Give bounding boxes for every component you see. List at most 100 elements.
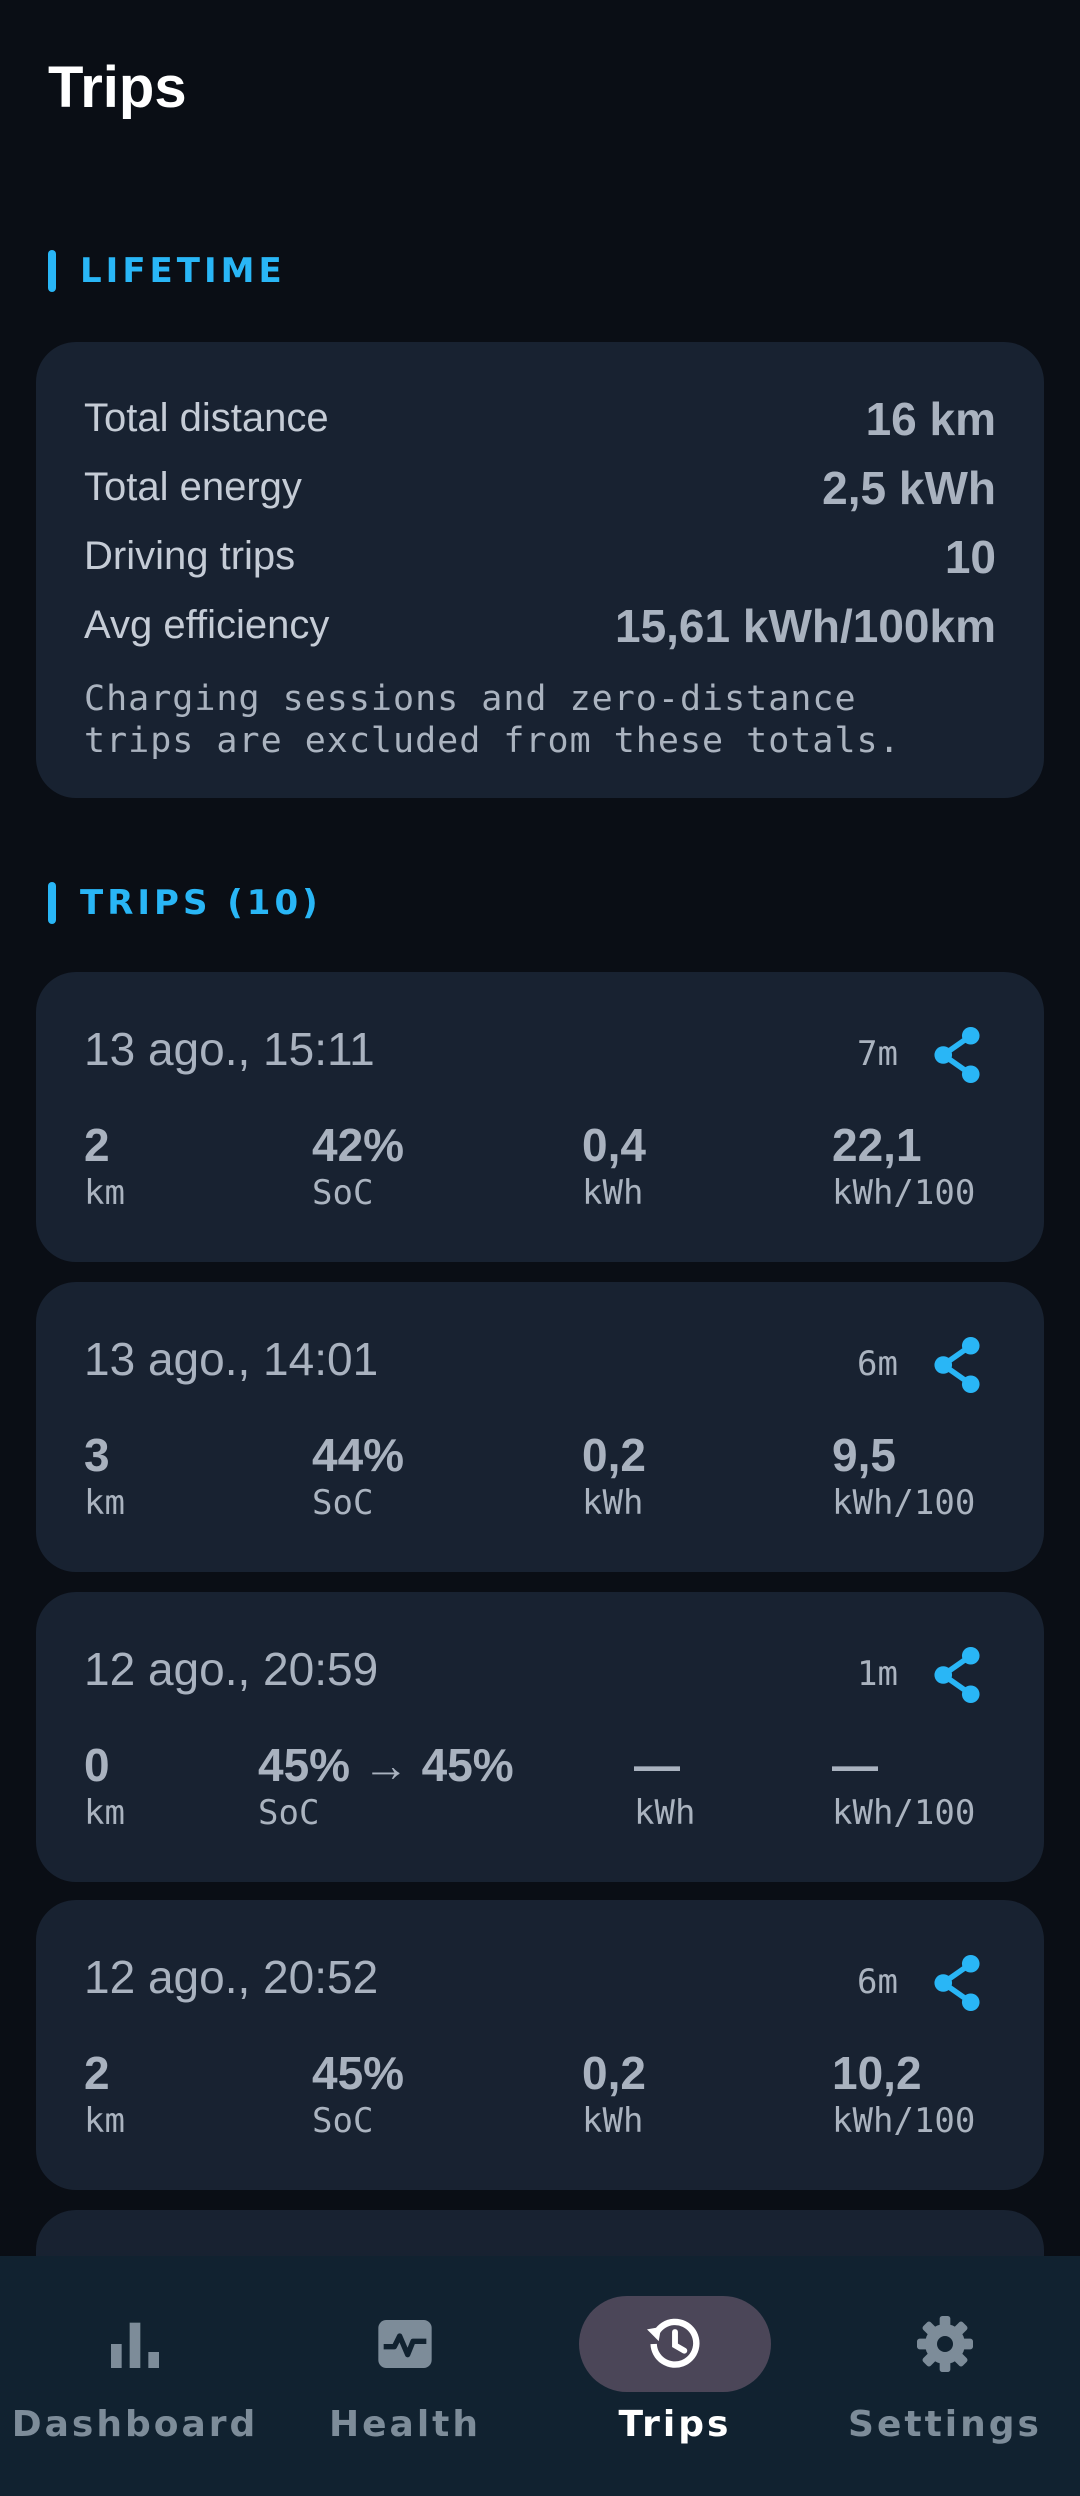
metric-value: 45% xyxy=(312,2047,405,2099)
nav-label: Dashboard xyxy=(11,2404,259,2445)
metric-unit: km xyxy=(84,1173,125,1213)
trip-energy: — kWh xyxy=(634,1740,695,1834)
share-icon[interactable] xyxy=(924,1332,990,1398)
metric-value: 2 xyxy=(84,2047,110,2099)
trip-distance: 2 km xyxy=(84,2048,125,2142)
nav-label: Trips xyxy=(618,2404,732,2445)
trip-date: 13 ago., 14:01 xyxy=(84,1333,379,1385)
lifetime-note: Charging sessions and zero-distance trip… xyxy=(84,678,996,762)
section-accent-bar xyxy=(48,882,56,924)
note-line: trips are excluded from these totals. xyxy=(84,721,901,761)
metric-unit: km xyxy=(84,1793,125,1833)
trip-duration: 1m xyxy=(857,1654,898,1694)
share-icon[interactable] xyxy=(924,1950,990,2016)
stat-value: 15,61 kWh/100km xyxy=(614,599,996,652)
metric-unit: kWh/100 xyxy=(832,2101,976,2141)
history-icon xyxy=(647,2318,700,2368)
metric-unit: km xyxy=(84,2101,125,2141)
metric-unit: SoC xyxy=(258,1793,320,1833)
metric-value: — xyxy=(634,1739,680,1791)
metric-unit: kWh/100 xyxy=(832,1173,976,1213)
metric-value: 9,5 xyxy=(832,1429,896,1481)
metric-value: 10,2 xyxy=(832,2047,922,2099)
metric-value: 3 xyxy=(84,1429,110,1481)
stat-label: Driving trips xyxy=(84,534,296,578)
metric-unit: kWh/100 xyxy=(832,1483,976,1523)
nav-item-dashboard[interactable]: Dashboard xyxy=(0,2256,270,2496)
lifetime-card: Total distance 16 km Total energy 2,5 kW… xyxy=(36,342,1044,798)
trip-soc: 45% → 45% SoC xyxy=(258,1740,514,1834)
nav-item-trips[interactable]: Trips xyxy=(540,2256,810,2496)
stat-total-distance: Total distance 16 km xyxy=(84,384,996,453)
share-icon[interactable] xyxy=(924,1642,990,1708)
bottom-nav: Dashboard Health Trips Settings xyxy=(0,2256,1080,2496)
metric-unit: kWh xyxy=(582,1483,644,1523)
trip-soc: 42% SoC xyxy=(312,1120,404,1214)
metric-value: 45% → 45% xyxy=(258,1739,514,1791)
metric-value: 22,1 xyxy=(832,1119,922,1171)
stat-label: Total energy xyxy=(84,465,302,509)
metric-value: 42% xyxy=(312,1119,405,1171)
share-icon[interactable] xyxy=(924,1022,990,1088)
section-accent-bar xyxy=(48,250,56,292)
metric-value: 0,2 xyxy=(582,1429,646,1481)
trip-date: 12 ago., 20:52 xyxy=(84,1951,379,2003)
trip-card[interactable]: 13 ago., 14:01 6m 3 km 44% SoC 0,2 kWh 9… xyxy=(36,1282,1044,1572)
metric-value: 44% xyxy=(312,1429,405,1481)
stat-value: 10 xyxy=(944,530,996,583)
metric-value: 0,4 xyxy=(582,1119,646,1171)
trip-energy: 0,4 kWh xyxy=(582,1120,646,1214)
trip-date: 12 ago., 20:59 xyxy=(84,1643,379,1695)
metric-unit: kWh xyxy=(582,2101,644,2141)
metric-value: — xyxy=(832,1739,878,1791)
trips-section-label: TRIPS (10) xyxy=(80,883,322,923)
trip-efficiency: 10,2 kWh/100 xyxy=(832,2048,975,2142)
metric-unit: km xyxy=(84,1483,125,1523)
trip-efficiency: — kWh/100 xyxy=(832,1740,975,1834)
metric-value: 2 xyxy=(84,1119,110,1171)
lifetime-section-label: LIFETIME xyxy=(80,251,286,291)
metric-unit: kWh xyxy=(634,1793,696,1833)
trip-distance: 3 km xyxy=(84,1430,125,1524)
metric-unit: kWh/100 xyxy=(832,1793,976,1833)
trip-duration: 6m xyxy=(857,1344,898,1384)
stat-value: 16 km xyxy=(865,392,996,445)
trip-date: 13 ago., 15:11 xyxy=(84,1023,375,1075)
nav-item-settings[interactable]: Settings xyxy=(810,2256,1080,2496)
lifetime-section-header: LIFETIME xyxy=(48,250,286,292)
trip-energy: 0,2 kWh xyxy=(582,1430,646,1524)
nav-label: Settings xyxy=(848,2404,1042,2445)
stat-driving-trips: Driving trips 10 xyxy=(84,522,996,591)
trip-card[interactable]: 13 ago., 15:11 7m 2 km 42% SoC 0,4 kWh 2… xyxy=(36,972,1044,1262)
metric-unit: kWh xyxy=(582,1173,644,1213)
stat-label: Avg efficiency xyxy=(84,603,330,647)
trip-soc: 44% SoC xyxy=(312,1430,404,1524)
stat-total-energy: Total energy 2,5 kWh xyxy=(84,453,996,522)
nav-item-health[interactable]: Health xyxy=(270,2256,540,2496)
trip-card[interactable]: 12 ago., 20:59 1m 0 km 45% → 45% SoC — k… xyxy=(36,1592,1044,1882)
note-line: Charging sessions and zero-distance xyxy=(84,679,857,719)
trip-distance: 0 km xyxy=(84,1740,125,1834)
bar-chart-icon xyxy=(111,2322,159,2368)
trip-efficiency: 22,1 kWh/100 xyxy=(832,1120,975,1214)
trip-card[interactable]: 12 ago., 20:52 6m 2 km 45% SoC 0,2 kWh 1… xyxy=(36,1900,1044,2190)
trip-duration: 6m xyxy=(857,1962,898,2002)
stat-avg-efficiency: Avg efficiency 15,61 kWh/100km xyxy=(84,591,996,660)
metric-value: 0 xyxy=(84,1739,110,1791)
metric-unit: SoC xyxy=(312,2101,374,2141)
trip-distance: 2 km xyxy=(84,1120,125,1214)
trip-soc: 45% SoC xyxy=(312,2048,404,2142)
metric-unit: SoC xyxy=(312,1483,374,1523)
stat-label: Total distance xyxy=(84,396,329,440)
trip-efficiency: 9,5 kWh/100 xyxy=(832,1430,975,1524)
trips-section-header: TRIPS (10) xyxy=(48,882,322,924)
trip-energy: 0,2 kWh xyxy=(582,2048,646,2142)
page-title: Trips xyxy=(48,55,187,120)
gear-icon xyxy=(917,2316,973,2372)
heart-monitor-icon xyxy=(378,2320,432,2368)
stat-value: 2,5 kWh xyxy=(822,461,996,514)
metric-unit: SoC xyxy=(312,1173,374,1213)
metric-value: 0,2 xyxy=(582,2047,646,2099)
nav-label: Health xyxy=(328,2404,481,2445)
trip-duration: 7m xyxy=(857,1034,898,1074)
